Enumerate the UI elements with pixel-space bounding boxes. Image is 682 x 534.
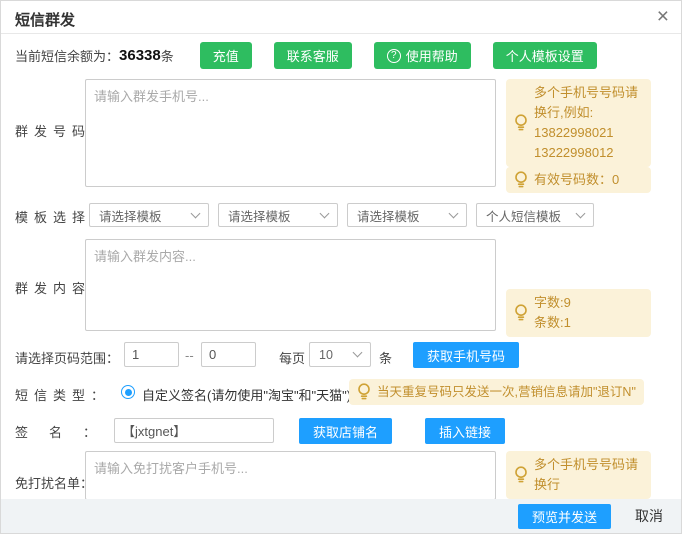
repeat-send-tip-text: 当天重复号码只发送一次,营销信息请加"退订N" [377,382,636,402]
preview-send-button[interactable]: 预览并发送 [518,504,611,529]
page-range-label: 请选择页码范围： [15,348,119,367]
numbers-tip-example2: 13222998012 [534,143,643,163]
per-page-unit: 条 [379,348,392,367]
bulk-content-textarea[interactable] [85,239,496,331]
help-circle-icon: ? [387,49,401,63]
signature-label: 签名： [15,422,117,441]
chevron-down-icon [191,208,201,218]
balance-unit: 条 [161,46,174,65]
range-dash: -- [185,348,194,363]
recharge-button[interactable]: 充值 [200,42,252,69]
personal-template-settings-button[interactable]: 个人模板设置 [493,42,597,69]
numbers-tip: 多个手机号号码请换行,例如: 13822998021 13222998012 [506,79,651,167]
bulb-icon [514,466,528,484]
personal-template-select[interactable]: 个人短信模板 [476,203,594,227]
insert-link-button[interactable]: 插入链接 [425,418,505,444]
numbers-tip-example1: 13822998021 [534,123,643,143]
dialog-header: 短信群发 × [1,1,681,34]
per-page-label: 每页 [279,348,305,367]
custom-signature-radio[interactable] [121,385,135,399]
page-to-input[interactable] [201,342,256,367]
contact-support-button[interactable]: 联系客服 [274,42,352,69]
char-count-text: 字数:9 [534,293,643,313]
chevron-down-icon [576,208,586,218]
balance-amount: 36338 [119,47,161,64]
bulk-numbers-textarea[interactable] [85,79,496,187]
valid-count-text: 有效号码数：0 [534,170,643,190]
bulb-icon [357,383,371,401]
cancel-button[interactable]: 取消 [635,506,663,526]
template-select-2[interactable]: 请选择模板 [218,203,338,227]
chevron-down-icon [320,208,330,218]
help-button-label: 使用帮助 [406,46,458,65]
blacklist-label: 免打扰名单： [15,473,93,492]
page-from-input[interactable] [124,342,179,367]
chevron-down-icon [449,208,459,218]
dialog-title: 短信群发 [15,9,75,30]
custom-signature-label: 自定义签名(请勿使用"淘宝"和"天猫") [142,385,351,404]
blacklist-textarea[interactable] [85,451,496,500]
close-icon[interactable]: × [657,4,669,30]
fetch-phone-numbers-button[interactable]: 获取手机号码 [413,342,519,368]
help-button[interactable]: ? 使用帮助 [374,42,471,69]
template-select-1[interactable]: 请选择模板 [89,203,209,227]
balance-row: 当前短信余额为：36338条 充值 联系客服 ? 使用帮助 个人模板设置 [15,42,597,69]
char-count-tip: 字数:9 条数:1 [506,289,651,337]
numbers-tip-text: 多个手机号号码请换行,例如: [534,83,643,123]
get-shop-name-button[interactable]: 获取店铺名 [299,418,392,444]
bulb-icon [514,304,528,322]
template-select-3[interactable]: 请选择模板 [347,203,467,227]
blacklist-tip-text: 多个手机号号码请换行 [534,455,643,495]
bulb-icon [514,114,528,132]
valid-count-tip: 有效号码数：0 [506,167,651,193]
chevron-down-icon [353,348,363,358]
sms-bulk-dialog: 短信群发 × 当前短信余额为：36338条 充值 联系客服 ?使用帮助 个人模板… [0,0,682,534]
sms-type-label: 短信类型： [15,385,110,404]
repeat-send-tip: 当天重复号码只发送一次,营销信息请加"退订N" [349,379,644,405]
msg-count-text: 条数:1 [534,313,643,333]
signature-input[interactable] [114,418,274,443]
blacklist-tip: 多个手机号号码请换行 [506,451,651,499]
per-page-select[interactable]: 10 [309,342,371,367]
balance-label: 当前短信余额为： [15,46,119,65]
dialog-footer: 预览并发送 取消 [1,499,681,533]
bulb-icon [514,171,528,189]
